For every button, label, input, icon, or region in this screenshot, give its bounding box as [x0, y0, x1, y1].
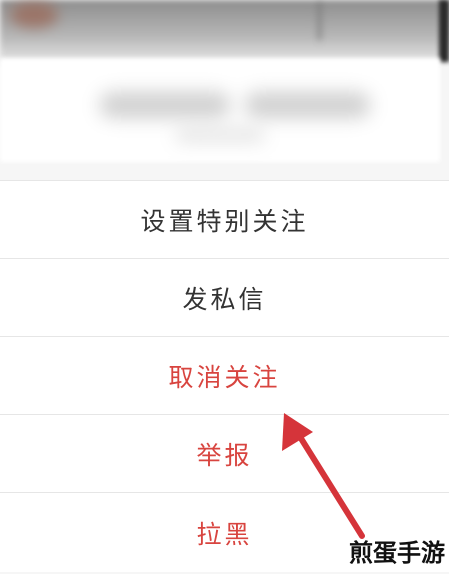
blurred-avatar: [10, 2, 58, 28]
watermark-text: 煎蛋手游: [349, 539, 445, 567]
blurred-text-block: [245, 92, 370, 118]
blurred-profile-panel: [0, 58, 440, 162]
blurred-text-block: [100, 92, 230, 118]
blurred-edge: [439, 0, 449, 62]
unfollow-button[interactable]: 取消关注: [0, 336, 449, 414]
report-button[interactable]: 举报: [0, 414, 449, 492]
blurred-text-block: [175, 128, 265, 142]
blurred-header: [0, 0, 449, 62]
action-sheet-menu: 设置特别关注 发私信 取消关注 举报 拉黑: [0, 180, 449, 572]
blurred-divider: [318, 0, 321, 40]
set-special-follow-button[interactable]: 设置特别关注: [0, 180, 449, 258]
send-private-message-button[interactable]: 发私信: [0, 258, 449, 336]
